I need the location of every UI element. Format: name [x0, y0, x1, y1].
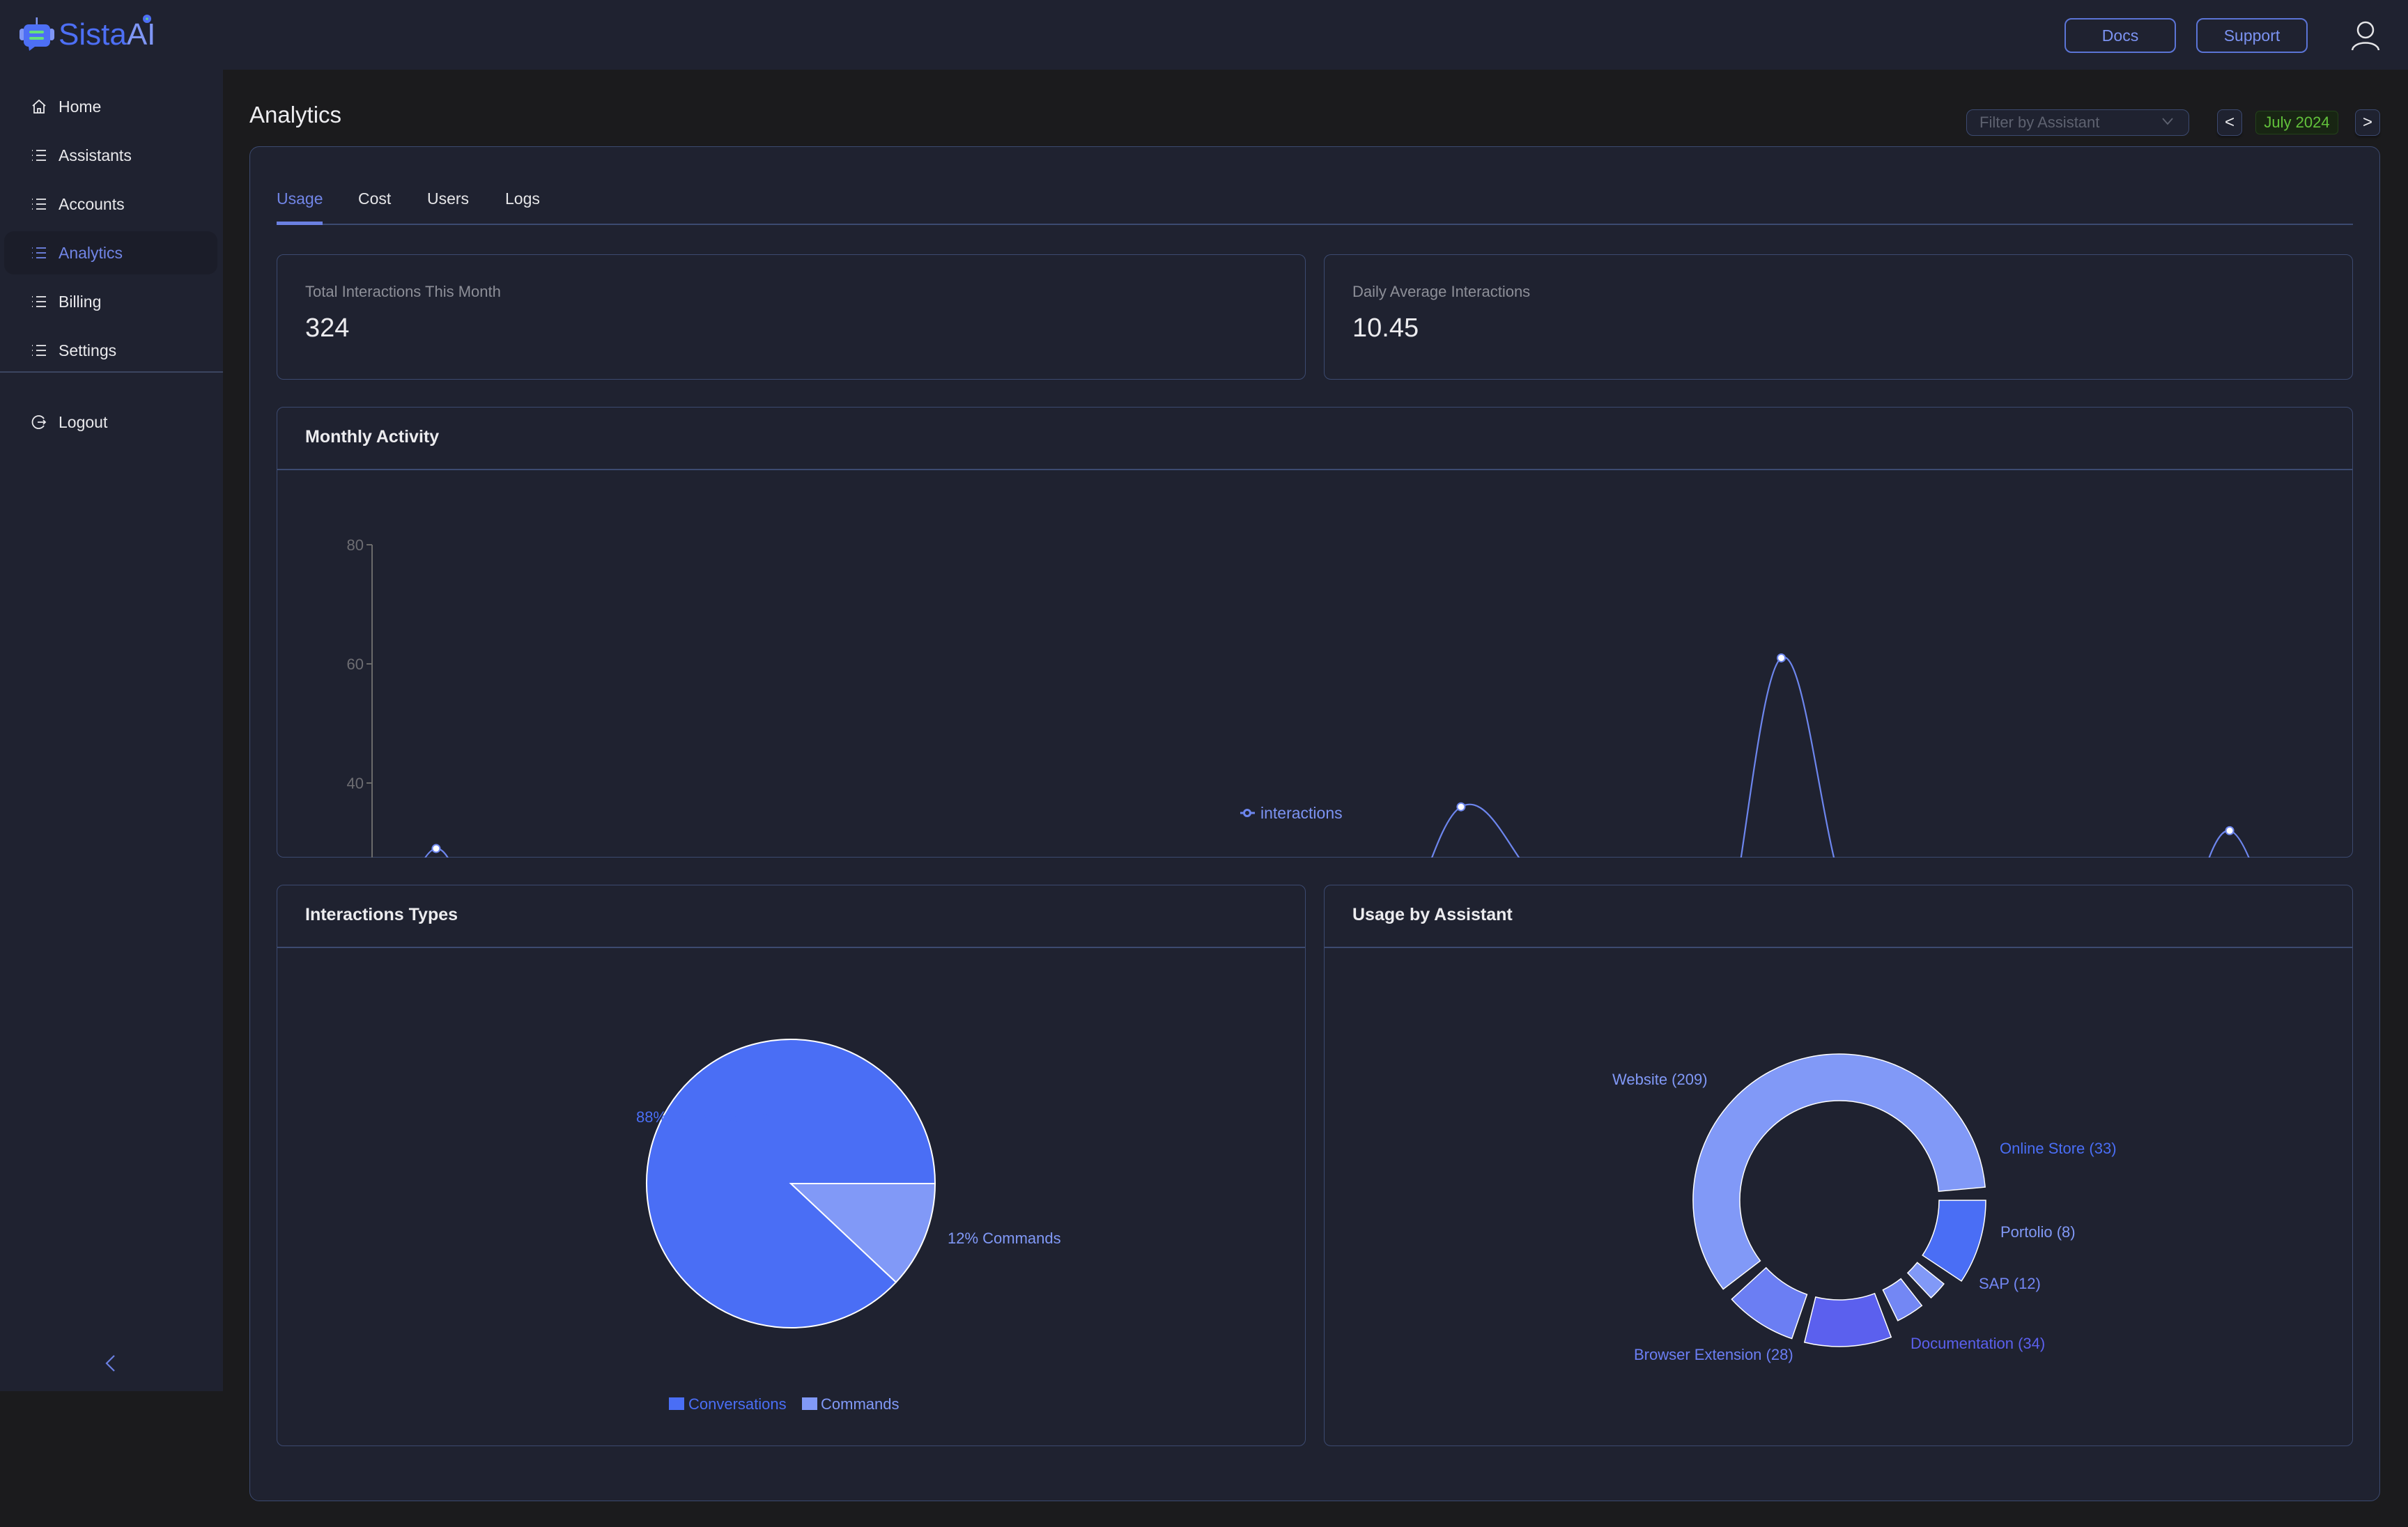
robot-logo-icon: [20, 17, 54, 51]
sidebar: Home Assistants Accounts Analytics Billi…: [0, 70, 223, 1391]
logo-text: SistaAI: [59, 17, 155, 52]
user-icon[interactable]: [2349, 20, 2382, 52]
daily-average-card: Daily Average Interactions 10.45: [1324, 254, 2353, 380]
y-tick-label: 60: [346, 656, 363, 673]
sidebar-item-accounts[interactable]: Accounts: [4, 183, 217, 226]
y-tick-label: 40: [346, 775, 363, 792]
monthly-activity-chart: 0204060801-Jul23456789101112131415161718…: [346, 536, 2250, 858]
legend-label: interactions: [1260, 804, 1343, 822]
pie-slice-conversations[interactable]: [645, 1038, 936, 1328]
stat-value: 324: [305, 313, 350, 343]
chevron-down-icon: [2162, 118, 2173, 125]
legend-swatch-commands: [801, 1397, 817, 1410]
stat-label: Daily Average Interactions: [1352, 283, 1531, 300]
stat-value: 10.45: [1352, 313, 1419, 343]
chevron-left-icon[interactable]: [103, 1353, 120, 1374]
logo-dot-icon: [143, 15, 151, 23]
donut-label-portolio: Portolio (8): [2000, 1223, 2076, 1241]
tab-divider: [277, 224, 2353, 225]
pie-legend: Conversations Commands: [668, 1395, 899, 1413]
tab-users[interactable]: Users: [427, 189, 469, 208]
donut-label-documentation: Documentation (34): [1911, 1335, 2045, 1352]
tab-logs[interactable]: Logs: [505, 189, 540, 208]
data-point[interactable]: [1776, 653, 1786, 662]
donut-slice-documentation[interactable]: [1803, 1292, 1892, 1347]
list-icon: [32, 247, 46, 258]
list-icon: [32, 345, 46, 356]
donut-slice-online-store[interactable]: [1921, 1199, 1986, 1282]
donut-label-online-store: Online Store (33): [2000, 1140, 2117, 1157]
logout-icon: [31, 415, 47, 429]
data-point[interactable]: [431, 844, 440, 853]
pie-label-conversations: 88% Conversations: [636, 1108, 769, 1126]
legend-label-conversations[interactable]: Conversations: [688, 1395, 787, 1413]
list-icon: [32, 296, 46, 307]
logo[interactable]: SistaAI: [18, 15, 155, 54]
support-button[interactable]: Support: [2196, 18, 2308, 53]
pie-label-commands: 12% Commands: [948, 1230, 1061, 1247]
sidebar-item-assistants[interactable]: Assistants: [4, 134, 217, 177]
tab-usage[interactable]: Usage: [277, 189, 323, 208]
list-icon: [32, 199, 46, 210]
filter-placeholder: Filter by Assistant: [1979, 114, 2100, 131]
legend-marker-icon: [1242, 808, 1251, 817]
interactions-types-pie: 88% Conversations 12% Commands Conversat…: [636, 1038, 1061, 1413]
monthly-activity-card: Monthly Activity 0204060801-Jul234567891…: [277, 407, 2353, 858]
sidebar-item-home[interactable]: Home: [4, 85, 217, 128]
sidebar-item-label: Accounts: [59, 194, 125, 213]
donut-slice-sap[interactable]: [1881, 1278, 1922, 1321]
sidebar-item-label: Billing: [59, 292, 102, 311]
top-header: SistaAI Docs Support: [0, 0, 2408, 70]
docs-button[interactable]: Docs: [2064, 18, 2176, 53]
legend-label-commands[interactable]: Commands: [821, 1395, 899, 1413]
interactions-line: [424, 656, 2250, 858]
logo-brand: Sista: [59, 17, 127, 52]
sidebar-item-label: Assistants: [59, 146, 132, 164]
stat-label: Total Interactions This Month: [305, 283, 501, 300]
sidebar-item-label: Settings: [59, 341, 117, 359]
sidebar-item-label: Analytics: [59, 243, 123, 262]
current-month-badge: July 2024: [2255, 111, 2338, 134]
donut-label-website: Website (209): [1612, 1071, 1708, 1088]
next-month-button[interactable]: >: [2355, 109, 2380, 136]
sidebar-item-analytics[interactable]: Analytics: [4, 231, 217, 274]
sidebar-item-billing[interactable]: Billing: [4, 280, 217, 323]
interactions-types-card: Interactions Types 88% Conversations 12%…: [277, 885, 1306, 1446]
prev-month-button[interactable]: <: [2217, 109, 2242, 136]
home-icon: [32, 99, 46, 114]
donut-slice-browser-extension[interactable]: [1730, 1266, 1807, 1340]
usage-by-assistant-card: Usage by Assistant Online Store (33) Por…: [1324, 885, 2353, 1446]
sidebar-item-settings[interactable]: Settings: [4, 329, 217, 372]
y-tick-label: 80: [346, 536, 363, 554]
legend-swatch-conversations: [668, 1397, 684, 1410]
chart-legend[interactable]: interactions: [1240, 804, 1343, 822]
total-interactions-card: Total Interactions This Month 324: [277, 254, 1306, 380]
data-point[interactable]: [2225, 825, 2235, 835]
donut-slice-portolio[interactable]: [1906, 1261, 1945, 1299]
list-icon: [32, 150, 46, 161]
page-title: Analytics: [249, 102, 342, 127]
donut-label-sap: SAP (12): [1979, 1275, 2041, 1292]
filter-by-assistant-select[interactable]: Filter by Assistant: [1966, 109, 2189, 136]
sidebar-item-logout[interactable]: Logout: [4, 401, 217, 444]
tab-cost[interactable]: Cost: [358, 189, 391, 208]
data-point[interactable]: [1456, 802, 1465, 812]
sidebar-divider: [0, 371, 223, 373]
logout-label: Logout: [59, 412, 108, 431]
sidebar-item-label: Home: [59, 97, 102, 116]
active-tab-indicator: [277, 222, 323, 225]
donut-label-browser-extension: Browser Extension (28): [1634, 1346, 1793, 1363]
usage-by-assistant-donut: Online Store (33) Portolio (8) SAP (12) …: [1612, 1053, 2117, 1363]
